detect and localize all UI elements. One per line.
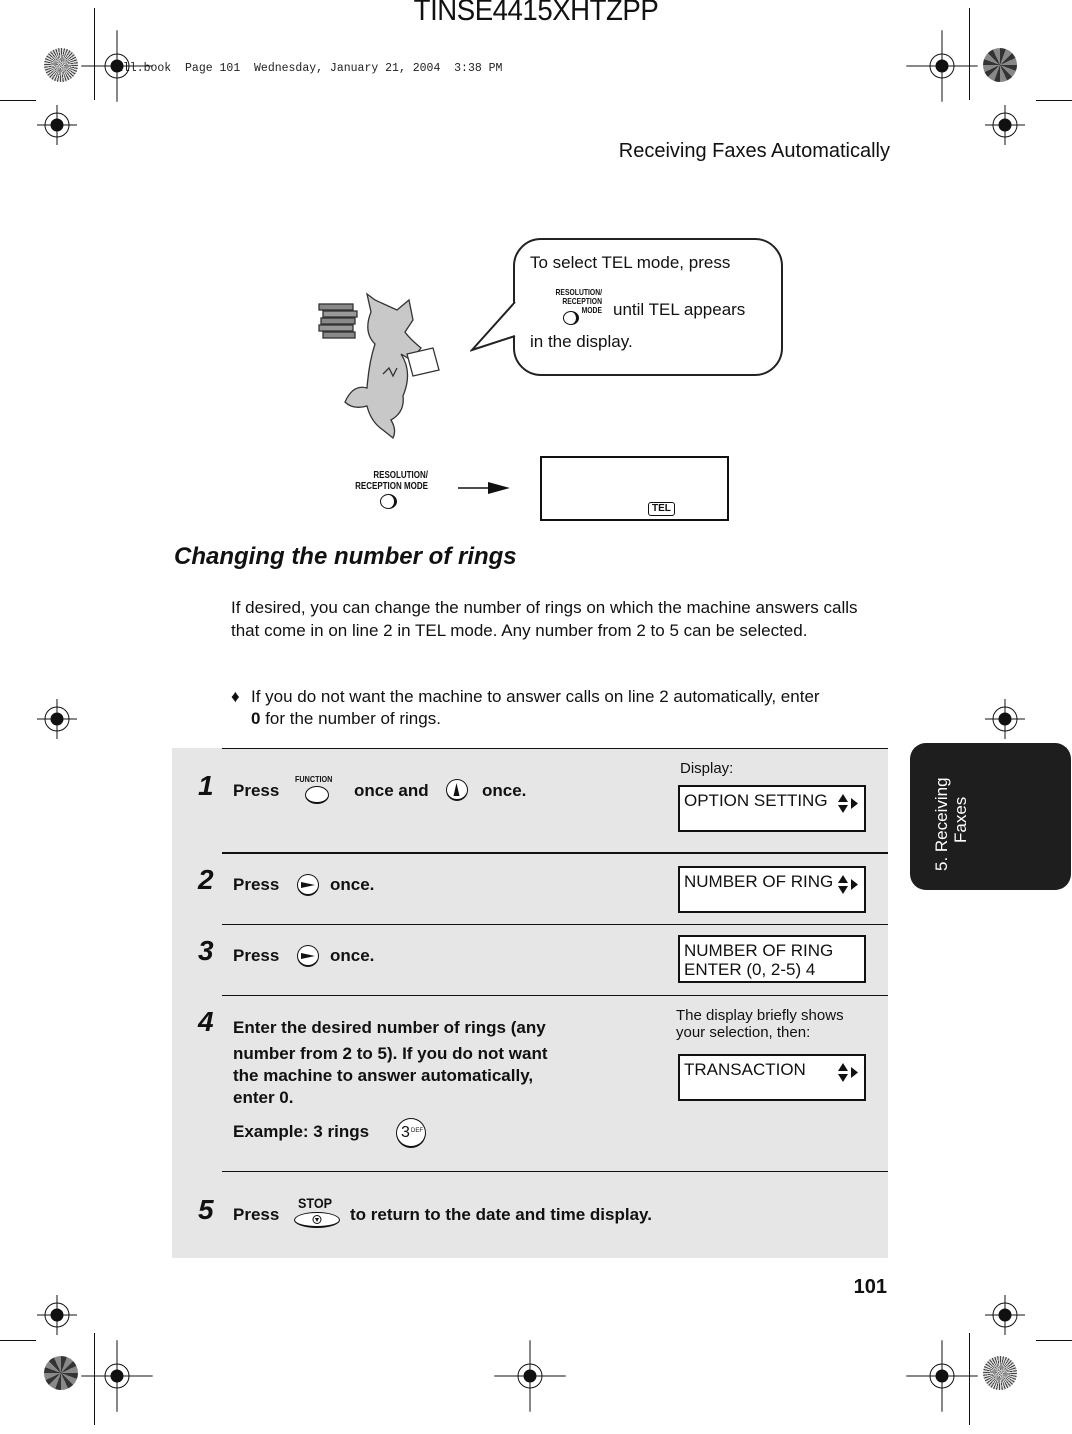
registration-target-icon xyxy=(985,699,1025,739)
section-body: If desired, you can change the number of… xyxy=(231,598,858,640)
bullet-text: If you do not want the machine to answer… xyxy=(251,687,820,706)
tel-badge: TEL xyxy=(648,502,675,516)
bullet-text-end: for the number of rings. xyxy=(260,709,441,728)
registration-target-icon xyxy=(906,1340,978,1412)
key-3-button-icon[interactable]: 3 DEF xyxy=(396,1118,426,1148)
bullet-diamond-icon: ♦ xyxy=(231,687,240,706)
step-text: once. xyxy=(482,781,527,800)
registration-target-icon xyxy=(37,699,77,739)
lcd-line-1: TRANSACTION xyxy=(684,1060,806,1079)
registration-target-icon xyxy=(906,30,978,102)
registration-target-icon xyxy=(81,1340,153,1412)
step-text: once and xyxy=(354,781,429,800)
key-digit: 3 xyxy=(401,1124,410,1141)
example-text: Example: 3 rings xyxy=(233,1122,370,1141)
divider xyxy=(222,748,888,749)
lcd-display: NUMBER OF RING ENTER (0, 2-5) 4 xyxy=(678,935,866,983)
bullet-item: ♦ If you do not want the machine to answ… xyxy=(231,685,881,709)
right-arrow-button-icon[interactable] xyxy=(297,874,319,896)
divider xyxy=(222,852,888,854)
page-number: 101 xyxy=(853,1276,887,1298)
registration-target-icon xyxy=(985,1295,1025,1335)
section-title: Changing the number of rings xyxy=(174,543,517,570)
step-number: 5 xyxy=(198,1194,214,1225)
step-text: Press xyxy=(233,1205,280,1224)
registration-target-icon xyxy=(37,1295,77,1335)
step-text: to return to the date and time display. xyxy=(350,1205,652,1224)
right-arrow-button-icon[interactable] xyxy=(297,945,319,967)
step-number: 3 xyxy=(198,935,214,966)
lcd-line-1: NUMBER OF RING xyxy=(684,872,834,891)
bubble-line-1: To select TEL mode, press xyxy=(530,253,731,272)
resolution-button-icon[interactable] xyxy=(563,311,579,325)
registration-target-icon xyxy=(494,1340,566,1412)
step-text: number from 2 to 5). If you do not want xyxy=(233,1044,548,1063)
divider xyxy=(222,995,888,996)
chapter-tab-label: 5. Receiving Faxes xyxy=(932,777,970,871)
divider xyxy=(222,1171,888,1172)
divider xyxy=(222,924,888,925)
step-number: 2 xyxy=(198,864,214,895)
step-text: Enter the desired number of rings (any xyxy=(233,1018,546,1037)
resolution-button-icon[interactable] xyxy=(380,494,397,509)
arrow-right-icon xyxy=(458,482,510,494)
caption-line-1: RESOLUTION/ xyxy=(373,470,428,481)
registration-target-icon xyxy=(985,105,1025,145)
step-text: Press xyxy=(233,781,280,800)
lcd-line-1: NUMBER OF RING xyxy=(684,941,834,960)
step-number: 1 xyxy=(198,770,214,801)
key-letters: DEF xyxy=(411,1128,423,1134)
dog-mascot-illustration xyxy=(318,292,440,440)
step-number: 4 xyxy=(198,1006,214,1037)
registration-target-icon xyxy=(37,105,77,145)
lcd-display: OPTION SETTING xyxy=(678,785,866,832)
stop-button-icon[interactable] xyxy=(294,1212,340,1228)
step-text: Press xyxy=(233,946,280,965)
lcd-display: TRANSACTION xyxy=(678,1054,866,1101)
stop-button-caption: STOP xyxy=(298,1195,333,1211)
bubble-tail xyxy=(470,301,520,352)
step-text: once. xyxy=(330,946,375,965)
step-text: enter 0. xyxy=(233,1088,294,1107)
lcd-display: TEL xyxy=(540,456,729,521)
resolution-button-caption: RESOLUTION/ RECEPTION MODE xyxy=(350,470,428,492)
bubble-line-3: in the display. xyxy=(530,332,633,351)
chapter-tab-line-2: Faxes xyxy=(951,796,970,843)
step-text: the machine to answer automatically, xyxy=(233,1066,534,1085)
display-label: your selection, then: xyxy=(676,1024,811,1041)
lcd-line-2: ENTER (0, 2-5) 4 xyxy=(684,960,816,979)
chapter-tab[interactable]: 5. Receiving Faxes xyxy=(910,743,1071,890)
chapter-tab-line-1: 5. Receiving xyxy=(932,777,951,871)
function-button-caption: FUNCTION xyxy=(295,774,333,784)
lcd-line-1: OPTION SETTING xyxy=(684,791,828,810)
scroll-arrows-icon xyxy=(838,1063,858,1082)
display-label: Display: xyxy=(680,760,734,777)
bubble-line-2: until TEL appears xyxy=(613,300,746,319)
step-text: once. xyxy=(330,875,375,894)
lcd-display: NUMBER OF RING xyxy=(678,866,866,913)
bullet-continuation: 0 for the number of rings. xyxy=(251,709,441,729)
up-arrow-button-icon[interactable] xyxy=(446,779,468,801)
display-label: The display briefly shows xyxy=(676,1007,844,1024)
scroll-arrows-icon xyxy=(838,794,858,813)
scroll-arrows-icon xyxy=(838,875,858,894)
registration-target-icon xyxy=(81,30,153,102)
function-button-icon[interactable] xyxy=(305,786,329,804)
caption-line-2: RECEPTION MODE xyxy=(355,481,428,492)
step-text: Press xyxy=(233,875,280,894)
